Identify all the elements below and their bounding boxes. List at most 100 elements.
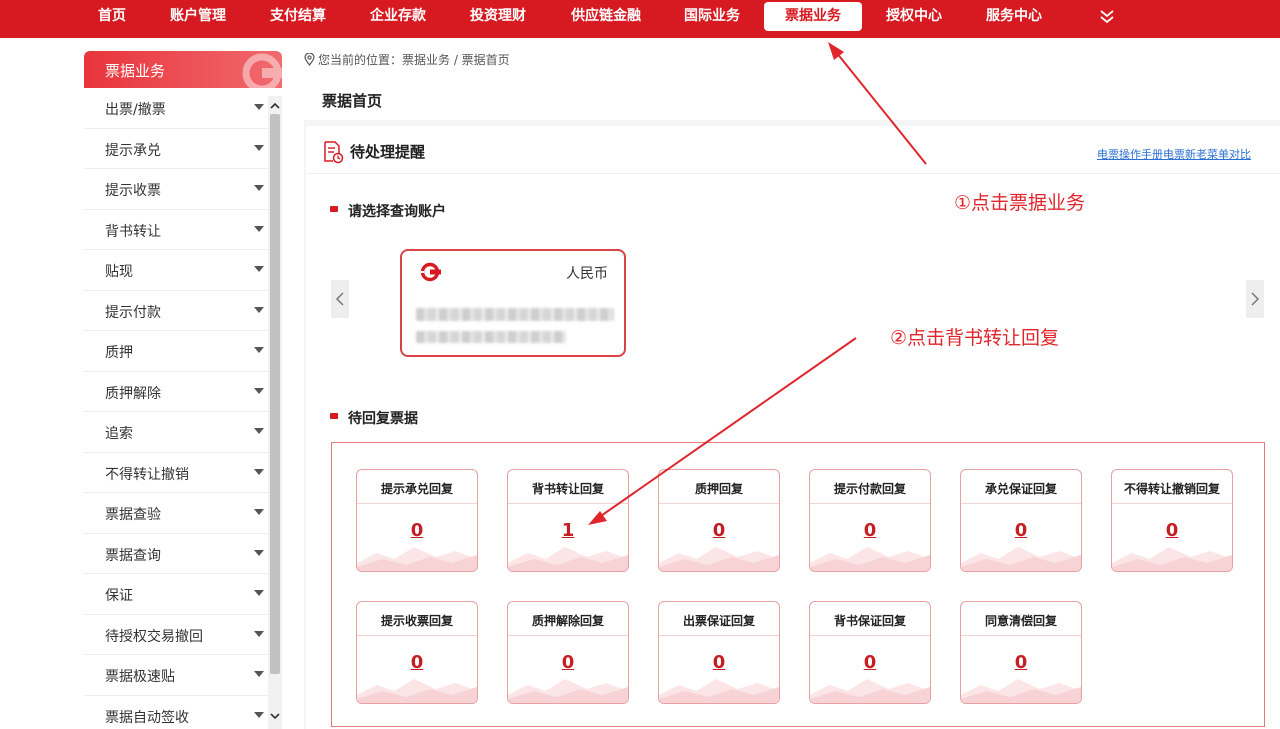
sidebar-menu: 出票/撤票 提示承兑 提示收票 背书转让 贴现 提示付款 质押 质押解除 追索 … bbox=[84, 88, 268, 729]
caret-down-icon bbox=[254, 387, 264, 394]
tile-non-transfer-revoke-reply[interactable]: 不得转让撤销回复 0 bbox=[1111, 469, 1233, 572]
sidebar-item-label: 保证 bbox=[105, 588, 133, 604]
sidebar-item-recourse[interactable]: 追索 bbox=[84, 412, 268, 453]
tile-label: 背书保证回复 bbox=[833, 614, 906, 628]
nav-item-investment[interactable]: 投资理财 bbox=[460, 2, 536, 31]
sidebar-item-receipt[interactable]: 提示收票 bbox=[84, 169, 268, 210]
annotation-step1: ①点击票据业务 bbox=[954, 192, 1086, 214]
tile-endorsement-guarantee-reply[interactable]: 背书保证回复 0 bbox=[809, 601, 931, 704]
nav-item-deposit[interactable]: 企业存款 bbox=[360, 2, 436, 31]
tile-label: 出票保证回复 bbox=[682, 614, 755, 628]
tile-pledge-reply[interactable]: 质押回复 0 bbox=[658, 469, 780, 572]
tile-label: 提示付款回复 bbox=[833, 482, 906, 496]
tile-label: 同意清偿回复 bbox=[984, 614, 1057, 628]
scroll-up-icon[interactable] bbox=[269, 100, 281, 112]
tile-issue-guarantee-reply[interactable]: 出票保证回复 0 bbox=[658, 601, 780, 704]
sidebar-item-pledge[interactable]: 质押 bbox=[84, 331, 268, 372]
nav-item-accounts[interactable]: 账户管理 bbox=[160, 2, 236, 31]
tile-divider bbox=[659, 635, 779, 636]
next-account-button[interactable] bbox=[1246, 280, 1264, 318]
nav-item-international[interactable]: 国际业务 bbox=[674, 2, 750, 31]
wave-decoration-icon bbox=[659, 679, 779, 703]
tile-receipt-reply[interactable]: 提示收票回复 0 bbox=[356, 601, 478, 704]
masked-account-name bbox=[416, 308, 614, 321]
sidebar-item-auto-sign[interactable]: 票据自动签收 bbox=[84, 696, 268, 729]
caret-down-icon bbox=[254, 630, 264, 637]
account-card[interactable]: 人民币 bbox=[400, 249, 626, 357]
sidebar-item-label: 背书转让 bbox=[105, 223, 161, 240]
manual-link[interactable]: 电票操作手册 bbox=[1097, 146, 1163, 162]
tile-label: 提示收票回复 bbox=[380, 614, 453, 628]
sidebar-item-label: 票据极速贴 bbox=[105, 669, 175, 685]
sidebar-item-label: 不得转让撤销 bbox=[105, 466, 189, 483]
wave-decoration-icon bbox=[961, 547, 1081, 571]
sidebar-item-endorsement[interactable]: 背书转让 bbox=[84, 210, 268, 250]
tile-acceptance-guarantee-reply[interactable]: 承兑保证回复 0 bbox=[960, 469, 1082, 572]
caret-down-icon bbox=[254, 225, 264, 232]
tile-divider bbox=[810, 635, 930, 636]
double-chevron-down-icon[interactable] bbox=[1096, 6, 1118, 28]
sidebar-item-label: 票据查验 bbox=[105, 507, 161, 523]
sidebar-item-issue[interactable]: 出票/撤票 bbox=[84, 88, 268, 129]
chevron-right-icon bbox=[1251, 292, 1260, 306]
annotation-step2: ②点击背书转让回复 bbox=[890, 327, 1060, 349]
nav-item-supply-chain[interactable]: 供应链金融 bbox=[560, 2, 652, 31]
sidebar-item-discount[interactable]: 贴现 bbox=[84, 250, 268, 291]
wave-decoration-icon bbox=[961, 679, 1081, 703]
nav-item-home[interactable]: 首页 bbox=[88, 2, 136, 31]
sidebar-item-pledge-release[interactable]: 质押解除 bbox=[84, 372, 268, 412]
sidebar-item-verification[interactable]: 票据查验 bbox=[84, 493, 268, 534]
caret-down-icon bbox=[254, 549, 264, 556]
sidebar-item-label: 待授权交易撤回 bbox=[105, 628, 203, 645]
caret-down-icon bbox=[254, 671, 264, 677]
breadcrumb-text: 您当前的位置：票据业务 / 票据首页 bbox=[318, 53, 510, 67]
sidebar-item-acceptance[interactable]: 提示承兑 bbox=[84, 129, 268, 169]
tile-divider bbox=[1112, 503, 1232, 504]
tile-label: 提示承兑回复 bbox=[380, 482, 453, 496]
sidebar-item-non-transfer-revoke[interactable]: 不得转让撤销 bbox=[84, 453, 268, 493]
wave-decoration-icon bbox=[357, 547, 477, 571]
sidebar-item-guarantee[interactable]: 保证 bbox=[84, 574, 268, 615]
menu-compare-link[interactable]: 电票新老菜单对比 bbox=[1163, 146, 1251, 162]
sidebar-item-payment[interactable]: 提示付款 bbox=[84, 291, 268, 331]
sidebar-item-label: 票据自动签收 bbox=[105, 709, 189, 726]
tile-settlement-agree-reply[interactable]: 同意清偿回复 0 bbox=[960, 601, 1082, 704]
bank-logo-icon bbox=[242, 53, 282, 88]
sidebar-item-label: 贴现 bbox=[105, 264, 133, 280]
caret-down-icon bbox=[254, 711, 264, 718]
caret-down-icon bbox=[254, 590, 264, 596]
caret-down-icon bbox=[254, 144, 264, 151]
chevron-left-icon bbox=[335, 292, 344, 306]
sidebar-title: 票据业务 bbox=[105, 62, 166, 80]
tile-endorsement-reply[interactable]: 背书转让回复 1 bbox=[507, 469, 629, 572]
sidebar-item-label: 票据查询 bbox=[105, 547, 161, 564]
tile-divider bbox=[357, 635, 477, 636]
sidebar-item-auth-revoke[interactable]: 待授权交易撤回 bbox=[84, 615, 268, 655]
tile-divider bbox=[810, 503, 930, 504]
wave-decoration-icon bbox=[810, 547, 930, 571]
sidebar-item-fast-discount[interactable]: 票据极速贴 bbox=[84, 655, 268, 696]
prev-account-button[interactable] bbox=[331, 280, 349, 318]
scroll-down-icon[interactable] bbox=[269, 710, 281, 722]
tile-acceptance-reply[interactable]: 提示承兑回复 0 bbox=[356, 469, 478, 572]
sidebar-item-query[interactable]: 票据查询 bbox=[84, 534, 268, 574]
wave-decoration-icon bbox=[508, 679, 628, 703]
sidebar-header[interactable]: 票据业务 bbox=[84, 51, 282, 88]
caret-down-icon bbox=[254, 104, 264, 110]
sidebar-item-label: 提示付款 bbox=[105, 304, 161, 321]
breadcrumb: 您当前的位置：票据业务 / 票据首页 bbox=[304, 52, 510, 68]
sidebar-item-label: 出票/撤票 bbox=[105, 102, 166, 118]
nav-item-bills[interactable]: 票据业务 bbox=[764, 2, 862, 31]
wave-decoration-icon bbox=[508, 547, 628, 571]
nav-item-payment[interactable]: 支付结算 bbox=[260, 2, 336, 31]
tile-payment-reply[interactable]: 提示付款回复 0 bbox=[809, 469, 931, 572]
account-section-title: 请选择查询账户 bbox=[330, 201, 446, 221]
nav-item-service[interactable]: 服务中心 bbox=[976, 2, 1052, 31]
wave-decoration-icon bbox=[659, 547, 779, 571]
reminder-title: 待处理提醒 bbox=[350, 143, 426, 161]
tile-pledge-release-reply[interactable]: 质押解除回复 0 bbox=[507, 601, 629, 704]
nav-item-authorization[interactable]: 授权中心 bbox=[876, 2, 952, 31]
caret-down-icon bbox=[254, 185, 264, 191]
sidebar-scroll-thumb[interactable] bbox=[270, 114, 280, 674]
sidebar-item-label: 质押 bbox=[105, 345, 133, 361]
